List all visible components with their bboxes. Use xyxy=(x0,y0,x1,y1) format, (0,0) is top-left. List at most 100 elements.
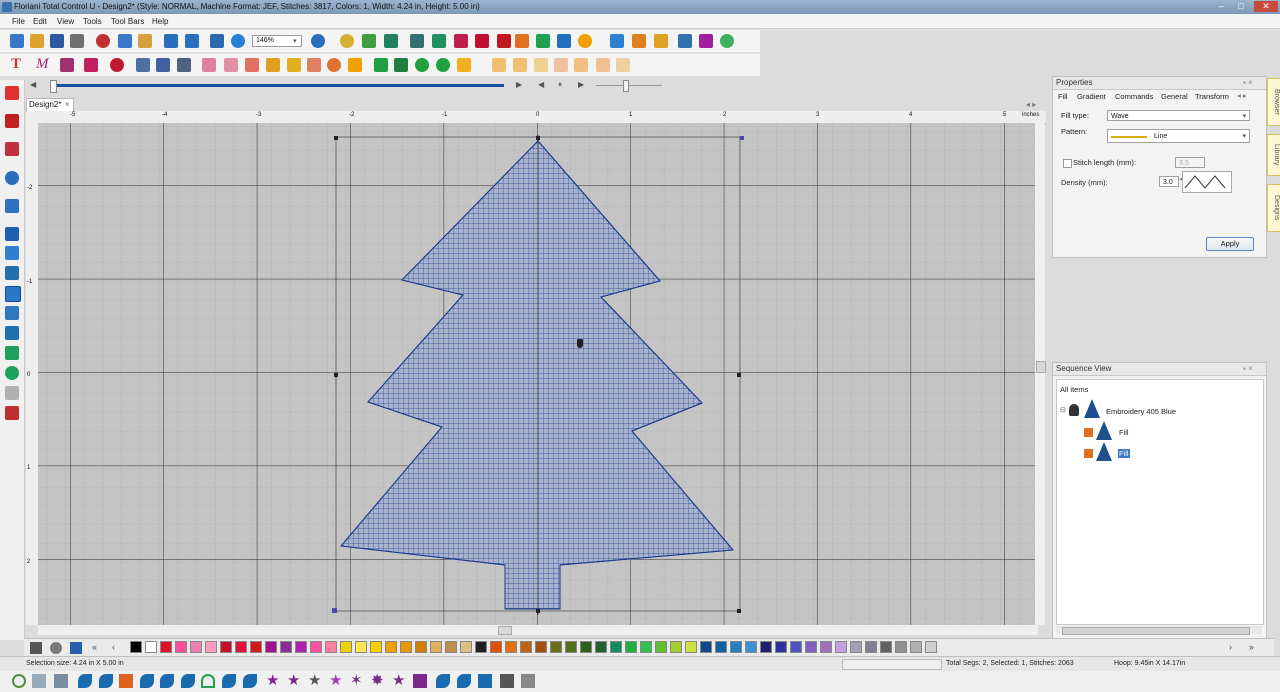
color-swatch[interactable] xyxy=(685,641,697,653)
wave-fill-icon[interactable] xyxy=(557,34,571,48)
color-swatch[interactable] xyxy=(280,641,292,653)
palette-search-icon[interactable] xyxy=(50,642,62,654)
cut-icon[interactable] xyxy=(96,34,110,48)
merge-icon[interactable] xyxy=(245,58,259,72)
measure-icon[interactable] xyxy=(5,199,19,213)
pattern-select[interactable]: Line ▾ xyxy=(1107,129,1250,143)
align-left-icon[interactable] xyxy=(492,58,506,72)
redo-icon[interactable] xyxy=(185,34,199,48)
size-icon[interactable] xyxy=(596,58,610,72)
save-icon[interactable] xyxy=(50,34,64,48)
stitch-length-checkbox[interactable] xyxy=(1063,159,1072,168)
color-swatch[interactable] xyxy=(805,641,817,653)
copy-icon[interactable] xyxy=(118,34,132,48)
tab-scroll-arrows-icon[interactable]: ◂ ▸ xyxy=(1026,100,1036,109)
magic-icon[interactable] xyxy=(654,34,668,48)
tab-general[interactable]: General xyxy=(1161,92,1188,101)
grid-icon[interactable] xyxy=(5,286,21,302)
zoom-fit-icon[interactable] xyxy=(311,34,325,48)
close-tab-icon[interactable]: × xyxy=(65,99,70,110)
color-swatch[interactable] xyxy=(730,641,742,653)
curve-icon[interactable] xyxy=(54,674,68,688)
tab-commands[interactable]: Commands xyxy=(1115,92,1153,101)
fill-type-select[interactable]: Wave ▾ xyxy=(1107,110,1250,121)
rotate-left-icon[interactable] xyxy=(415,58,429,72)
color-swatch[interactable] xyxy=(925,641,937,653)
color-swatch[interactable] xyxy=(250,641,262,653)
vertical-scrollbar[interactable] xyxy=(1035,123,1046,625)
digitize-icon[interactable] xyxy=(384,34,398,48)
document-tab[interactable]: Design2* × xyxy=(26,98,74,112)
color-swatch[interactable] xyxy=(625,641,637,653)
hoop-tool-icon[interactable] xyxy=(5,306,19,320)
pin-icon[interactable]: ▪ × xyxy=(1243,364,1253,373)
palette-last-icon[interactable]: » xyxy=(1249,642,1254,652)
sequence-item-selected[interactable]: Fill xyxy=(1118,449,1130,458)
palette-book-icon[interactable] xyxy=(70,642,82,654)
color-swatch[interactable] xyxy=(295,641,307,653)
flame-icon[interactable] xyxy=(119,674,133,688)
tab-gradient[interactable]: Gradient xyxy=(1077,92,1106,101)
palette-first-icon[interactable]: « xyxy=(92,642,97,652)
camera-icon[interactable] xyxy=(5,406,19,420)
color-swatch[interactable] xyxy=(205,641,217,653)
wave-icon[interactable] xyxy=(432,34,446,48)
apply-button[interactable]: Apply xyxy=(1206,237,1254,251)
color-swatch[interactable] xyxy=(145,641,157,653)
sequence-group-label[interactable]: Embroidery 405 Blue xyxy=(1106,407,1176,416)
color-swatch[interactable] xyxy=(475,641,487,653)
triangle-icon[interactable] xyxy=(307,58,321,72)
stitch-length-input[interactable]: 3.5 xyxy=(1175,157,1205,168)
spiral-icon[interactable] xyxy=(12,674,26,688)
feather-icon[interactable] xyxy=(78,674,92,688)
tab-transform[interactable]: Transform xyxy=(1195,92,1229,101)
design-canvas[interactable] xyxy=(38,123,1035,625)
eraser-icon[interactable] xyxy=(5,386,19,400)
frame-icon[interactable] xyxy=(678,34,692,48)
star-fill-icon[interactable] xyxy=(578,34,592,48)
view-design-icon[interactable] xyxy=(210,34,224,48)
node-edit-icon[interactable] xyxy=(136,58,150,72)
color-swatch[interactable] xyxy=(175,641,187,653)
star-icon[interactable]: ★ xyxy=(287,671,300,689)
star-icon[interactable]: ✸ xyxy=(371,671,384,689)
open-icon[interactable] xyxy=(30,34,44,48)
color-swatch[interactable] xyxy=(220,641,232,653)
color-swatch[interactable] xyxy=(385,641,397,653)
lock-icon[interactable] xyxy=(616,58,630,72)
print-icon[interactable] xyxy=(70,34,84,48)
color-swatch[interactable] xyxy=(790,641,802,653)
close-button[interactable]: ✕ xyxy=(1254,1,1278,12)
color-swatch[interactable] xyxy=(520,641,532,653)
color-swatch[interactable] xyxy=(775,641,787,653)
star-icon[interactable]: ✶ xyxy=(350,671,363,689)
burst-icon[interactable] xyxy=(348,58,362,72)
monogram-icon[interactable]: M xyxy=(36,56,49,73)
color-swatch[interactable] xyxy=(595,641,607,653)
color-swatch[interactable] xyxy=(835,641,847,653)
leaf-icon[interactable] xyxy=(160,674,174,688)
tab-fill[interactable]: Fill xyxy=(1058,92,1068,101)
align-top-icon[interactable] xyxy=(534,58,548,72)
wand-icon[interactable] xyxy=(610,34,624,48)
settings-gear-icon[interactable] xyxy=(231,34,245,48)
connect-icon[interactable] xyxy=(5,346,19,360)
star-outline-icon[interactable]: ★ xyxy=(542,671,555,689)
color-swatch[interactable] xyxy=(265,641,277,653)
color-swatch[interactable] xyxy=(880,641,892,653)
menu-edit[interactable]: Edit xyxy=(33,17,47,26)
player-start-handle[interactable] xyxy=(50,80,57,93)
player-prev-icon[interactable]: ◀ xyxy=(30,80,36,89)
layers-icon[interactable] xyxy=(5,326,19,340)
feather-icon[interactable] xyxy=(99,674,113,688)
color-swatch[interactable] xyxy=(610,641,622,653)
density-input[interactable]: 3.0 xyxy=(1159,176,1179,187)
zoom-select[interactable]: 146% ▾ xyxy=(252,35,302,47)
minimize-button[interactable]: – xyxy=(1212,1,1230,12)
player-back-icon[interactable]: ◀ xyxy=(538,80,544,89)
undo-icon[interactable] xyxy=(164,34,178,48)
checker-icon[interactable] xyxy=(500,674,514,688)
color-swatch[interactable] xyxy=(910,641,922,653)
select-arrow-icon[interactable] xyxy=(5,86,19,100)
vertical-scroll-thumb[interactable] xyxy=(1036,361,1046,373)
